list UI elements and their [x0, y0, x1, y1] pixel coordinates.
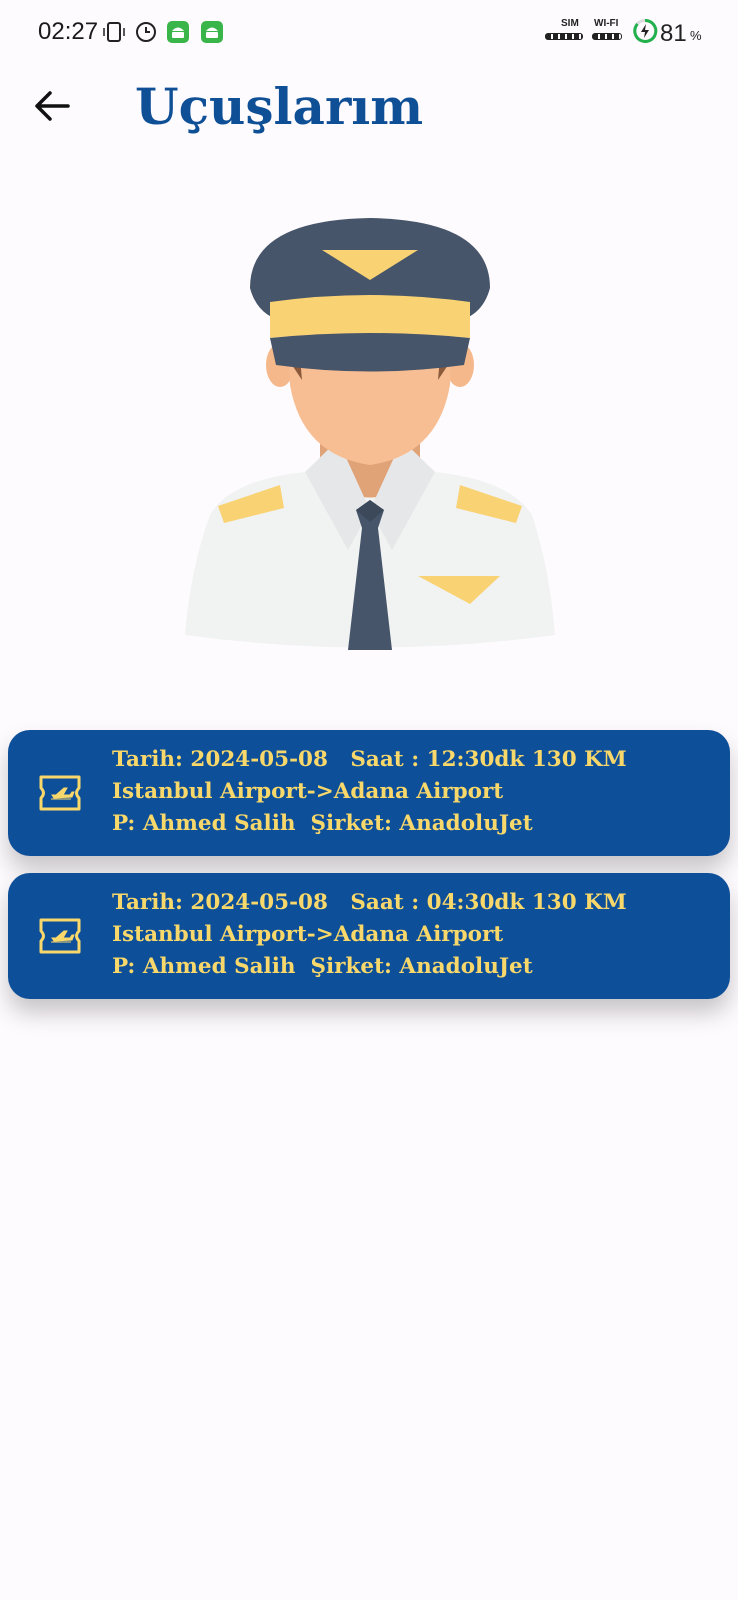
sim-signal-icon: SIM [545, 18, 585, 44]
flight-pilot-company: P: Ahmed Salih Şirket: AnadoluJet [112, 954, 533, 979]
app-bar: Uçuşlarım [0, 66, 738, 146]
flight-date-time: Tarih: 2024-05-08 Saat : 12:30dk 130 KM [112, 747, 627, 772]
android-icon [167, 21, 189, 43]
flight-date-time: Tarih: 2024-05-08 Saat : 04:30dk 130 KM [112, 890, 627, 915]
back-arrow-icon[interactable] [28, 82, 76, 130]
alarm-icon [136, 22, 156, 42]
vibrate-icon [103, 22, 125, 42]
battery-charging-icon [633, 18, 658, 43]
flight-ticket-icon [39, 775, 81, 811]
battery-unit: % [690, 28, 702, 43]
wifi-signal-icon: WI-FI [592, 18, 632, 44]
flight-route: Istanbul Airport->Adana Airport [112, 922, 504, 947]
flight-pilot-company: P: Ahmed Salih Şirket: AnadoluJet [112, 811, 533, 836]
page-title: Uçuşlarım [135, 77, 424, 136]
flight-card[interactable]: Tarih: 2024-05-08 Saat : 04:30dk 130 KM … [8, 873, 730, 999]
flight-route: Istanbul Airport->Adana Airport [112, 779, 504, 804]
flight-card[interactable]: Tarih: 2024-05-08 Saat : 12:30dk 130 KM … [8, 730, 730, 856]
wifi-label: WI-FI [594, 18, 619, 29]
pilot-avatar-illustration [185, 218, 555, 650]
status-bar: 02:27 SIM WI-FI 81 % [0, 0, 738, 66]
flight-ticket-icon [39, 918, 81, 954]
battery-percent: 81 [660, 20, 687, 47]
sim-label: SIM [561, 18, 579, 29]
status-time: 02:27 [38, 18, 99, 45]
android-icon [201, 21, 223, 43]
